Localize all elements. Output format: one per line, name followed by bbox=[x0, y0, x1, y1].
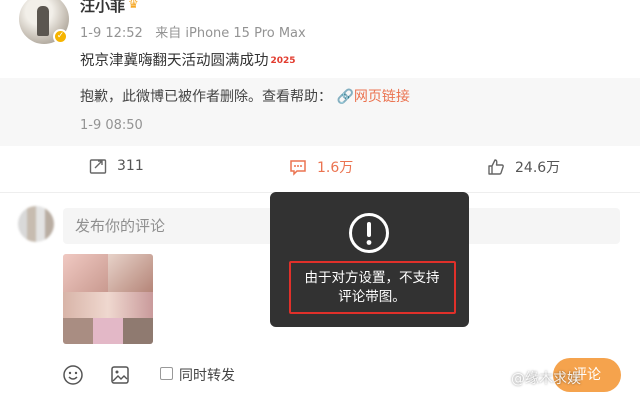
like-count: 24.6万 bbox=[515, 160, 561, 176]
post-meta: 1-9 12:52 来自 iPhone 15 Pro Max bbox=[80, 22, 306, 41]
image-icon[interactable] bbox=[110, 365, 130, 385]
help-link-label: 网页链接 bbox=[353, 89, 410, 105]
toast-dialog: 由于对方设置，不支持 评论带图。 bbox=[270, 192, 469, 327]
thumbs-up-icon bbox=[488, 159, 504, 175]
comment-count: 1.6万 bbox=[317, 160, 354, 176]
weibo-post-screen: ✓ 汪小菲 ♛ 1-9 12:52 来自 iPhone 15 Pro Max 祝… bbox=[0, 0, 640, 403]
post-time: 1-9 12:52 bbox=[80, 26, 143, 41]
comment-button[interactable]: 1.6万 bbox=[289, 157, 353, 177]
toast-message-highlight: 由于对方设置，不支持 评论带图。 bbox=[289, 261, 456, 314]
deleted-notice-text: 抱歉，此微博已被作者删除。查看帮助： bbox=[80, 89, 332, 105]
my-avatar bbox=[18, 206, 54, 242]
exclamation-icon bbox=[349, 213, 389, 253]
comment-icon bbox=[290, 160, 306, 176]
quoted-time: 1-9 08:50 bbox=[80, 118, 143, 133]
repost-icon bbox=[89, 159, 107, 174]
link-icon: 🔗 bbox=[336, 89, 354, 105]
author-name[interactable]: 汪小菲 bbox=[80, 0, 125, 16]
also-repost-checkbox[interactable] bbox=[160, 367, 173, 380]
attached-image-thumbnail[interactable] bbox=[63, 254, 153, 344]
deleted-notice: 抱歉，此微博已被作者删除。查看帮助： 🔗网页链接 bbox=[80, 86, 410, 106]
watermark: @缘木求娱 bbox=[511, 371, 581, 387]
also-repost-label[interactable]: 同时转发 bbox=[179, 365, 235, 385]
repost-count: 311 bbox=[117, 158, 144, 174]
post-text: 祝京津冀嗨翻天活动圆满成功 2025 bbox=[80, 49, 296, 70]
member-crown-icon: ♛ bbox=[128, 0, 139, 11]
post-source: 来自 iPhone 15 Pro Max bbox=[155, 26, 306, 41]
like-button[interactable]: 24.6万 bbox=[487, 157, 560, 177]
help-link[interactable]: 🔗网页链接 bbox=[336, 89, 409, 105]
toast-message-line1: 由于对方设置，不支持 bbox=[304, 270, 440, 286]
year-badge-icon: 2025 bbox=[270, 56, 296, 66]
verified-badge-icon: ✓ bbox=[53, 29, 68, 44]
post-body: 祝京津冀嗨翻天活动圆满成功 bbox=[80, 53, 269, 69]
emoji-icon[interactable] bbox=[62, 364, 84, 386]
toast-message-line2: 评论带图。 bbox=[338, 289, 406, 305]
repost-button[interactable]: 311 bbox=[89, 157, 144, 175]
toast-message: 由于对方设置，不支持 评论带图。 bbox=[291, 269, 453, 307]
